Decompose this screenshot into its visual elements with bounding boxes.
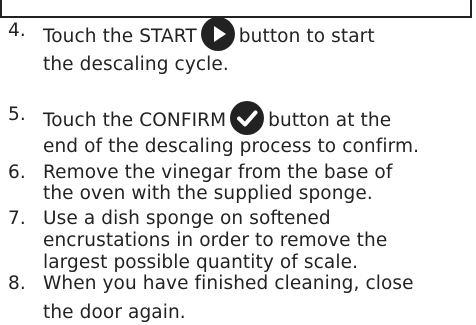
step-number: 8. [8, 273, 26, 294]
step-text-line: Touch the START button to start [43, 17, 375, 54]
checkmark-icon [230, 101, 265, 135]
step-number: 6. [8, 162, 26, 183]
step-text: When you have finished cleaning, close [43, 273, 414, 294]
step-text: the descaling cycle. [43, 54, 229, 75]
step-text: Remove the vinegar from the base of [43, 162, 393, 183]
step-number: 5. [8, 104, 26, 125]
step-text: button at the [268, 110, 392, 131]
step-text: largest possible quantity of scale. [43, 252, 359, 273]
step-text: the door again. [43, 302, 186, 323]
step-number: 7. [8, 208, 26, 229]
step-text-line: Touch the CONFIRM button at the [43, 101, 392, 138]
play-icon [200, 17, 235, 51]
step-text: Touch the START [43, 26, 197, 47]
step-text: the oven with the supplied sponge. [43, 183, 373, 204]
step-text: Use a dish sponge on softened [43, 208, 331, 229]
step-text: end of the descaling process to confirm. [43, 136, 420, 157]
step-text: Touch the CONFIRM [43, 110, 227, 131]
step-text: encrustations in order to remove the [43, 230, 388, 251]
section-border [0, 0, 472, 18]
step-number: 4. [8, 20, 26, 41]
step-text: button to start [238, 26, 375, 47]
